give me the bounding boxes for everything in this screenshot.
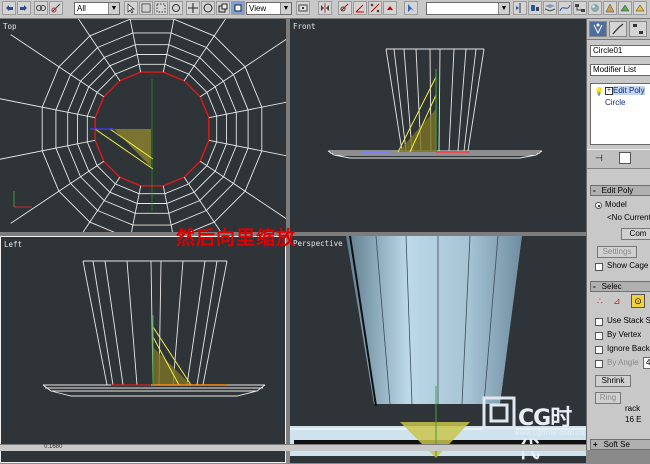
settings-button[interactable]: Settings [597, 246, 637, 258]
pivot-center-icon[interactable] [296, 1, 310, 15]
front-view-wireframe [327, 48, 543, 159]
shrink-button[interactable]: Shrink [595, 375, 631, 387]
select-region-icon[interactable] [154, 1, 168, 15]
pin-stack-icon[interactable]: ⊣ [595, 153, 605, 163]
select-rotate-icon[interactable] [201, 1, 215, 15]
named-selection-dropdown[interactable]: ▼ [426, 2, 510, 15]
viewport-top[interactable]: Top [0, 19, 286, 232]
align-icon[interactable] [528, 1, 542, 15]
show-cage-checkbox[interactable] [595, 263, 603, 271]
by-vertex-checkbox[interactable] [595, 332, 603, 340]
ignore-backfacing-checkbox[interactable] [595, 346, 603, 354]
percent-snap-icon[interactable] [368, 1, 382, 15]
by-angle-label: By Angle [607, 358, 639, 367]
vertex-subobject-icon[interactable]: ∴ [597, 296, 603, 307]
lightbulb-icon[interactable]: 💡 [594, 87, 604, 96]
create-icon[interactable] [589, 21, 607, 37]
select-icon[interactable] [124, 1, 138, 15]
by-angle-value[interactable]: 4 [643, 357, 650, 369]
soft-selection-rollout-header[interactable]: + Soft Se [590, 439, 650, 450]
stack-controls-row: ⊣ [587, 149, 650, 169]
chevron-down-icon: ▼ [498, 3, 509, 14]
viewport-area: Top Front Left Perspective 然后向里缩放 [0, 19, 586, 463]
chevron-down-icon: ▼ [108, 3, 119, 14]
redo-icon[interactable] [17, 1, 31, 15]
viewport-label-top[interactable]: Top [3, 22, 17, 31]
stack-item-circle[interactable]: Circle [605, 98, 625, 107]
use-stack-label: Use Stack S [607, 316, 650, 325]
show-end-result-icon[interactable] [619, 152, 631, 164]
quick-render-icon[interactable] [633, 1, 647, 15]
select-by-name-icon[interactable] [139, 1, 153, 15]
chevron-down-icon: ▼ [280, 3, 291, 14]
link-icon[interactable] [34, 1, 48, 15]
by-vertex-label: By Vertex [607, 330, 642, 339]
edge-subobject-icon[interactable]: ⊿ [613, 296, 621, 307]
ignore-backfacing-label: Ignore Back [607, 344, 650, 353]
render-setup-icon[interactable] [603, 1, 617, 15]
modifier-list-dropdown[interactable]: Modifier List [590, 64, 650, 76]
viewport-left[interactable]: Left [0, 236, 286, 463]
selection-rollout-header[interactable]: - Selec [590, 281, 650, 292]
by-angle-checkbox[interactable] [595, 360, 603, 368]
top-view-wireframe [0, 19, 286, 232]
modifier-stack: 💡 + Edit Poly Circle [590, 83, 650, 145]
edit-poly-rollout-header[interactable]: - Edit Poly [590, 185, 650, 196]
commit-button[interactable]: Com [621, 228, 650, 240]
layer-manager-icon[interactable] [543, 1, 557, 15]
window-crossing-icon[interactable] [169, 1, 183, 15]
viewport-front[interactable]: Front [290, 19, 586, 232]
curve-editor-icon[interactable] [558, 1, 572, 15]
left-view-wireframe [42, 260, 266, 397]
select-scale-icon[interactable] [216, 1, 230, 15]
stack-item-edit-poly[interactable]: Edit Poly [613, 86, 645, 95]
mirror-axis-icon[interactable] [513, 1, 527, 15]
show-cage-label: Show Cage [607, 261, 649, 270]
select-and-manipulate-icon[interactable] [231, 1, 245, 15]
material-editor-icon[interactable] [588, 1, 602, 15]
snap-icon[interactable] [338, 1, 352, 15]
model-label: Model [605, 200, 627, 209]
ring-button[interactable]: Ring [595, 392, 621, 404]
watermark: CG时代 www.cgtime.com.cn [478, 392, 588, 463]
command-panel-tabs [587, 19, 650, 40]
model-radio[interactable] [595, 202, 602, 209]
schematic-icon[interactable] [573, 1, 587, 15]
main-toolbar: All ▼ View ▼ ▼ [0, 0, 650, 19]
render-icon[interactable] [618, 1, 632, 15]
object-name-field[interactable]: Circle01 [590, 45, 650, 57]
select-move-icon[interactable] [186, 1, 200, 15]
unlink-icon[interactable] [49, 1, 63, 15]
selection-count-label: 16 E [625, 415, 642, 424]
use-stack-checkbox[interactable] [595, 318, 603, 326]
watermark-url: www.cgtime.com.cn [514, 429, 585, 437]
spinner-snap-icon[interactable] [383, 1, 397, 15]
modify-icon[interactable] [609, 21, 627, 37]
viewport-label-front[interactable]: Front [293, 22, 316, 31]
command-panel: Circle01 Modifier List 💡 + Edit Poly Cir… [586, 19, 650, 450]
undo-icon[interactable] [2, 1, 16, 15]
border-subobject-icon[interactable]: ⊙ [631, 294, 645, 308]
watermark-logo-icon [482, 396, 516, 430]
no-current-label: <No Current [607, 213, 650, 222]
selection-filter-dropdown[interactable]: All ▼ [74, 2, 120, 15]
track-label: rack [625, 404, 641, 413]
expand-plus-icon[interactable]: + [605, 87, 613, 95]
viewport-label-perspective[interactable]: Perspective [293, 239, 343, 248]
viewport-label-left[interactable]: Left [4, 240, 22, 249]
reference-coord-dropdown[interactable]: View ▼ [246, 2, 292, 15]
subobject-row: ∴ ⊿ ⊙ [587, 293, 650, 311]
angle-snap-icon[interactable] [353, 1, 367, 15]
named-selection-icon[interactable] [404, 1, 418, 15]
annotation-caption: 然后向里缩放 [176, 227, 297, 249]
mirror-icon[interactable] [318, 1, 332, 15]
hierarchy-icon[interactable] [629, 21, 647, 37]
status-value: 0.1680 [44, 444, 63, 450]
